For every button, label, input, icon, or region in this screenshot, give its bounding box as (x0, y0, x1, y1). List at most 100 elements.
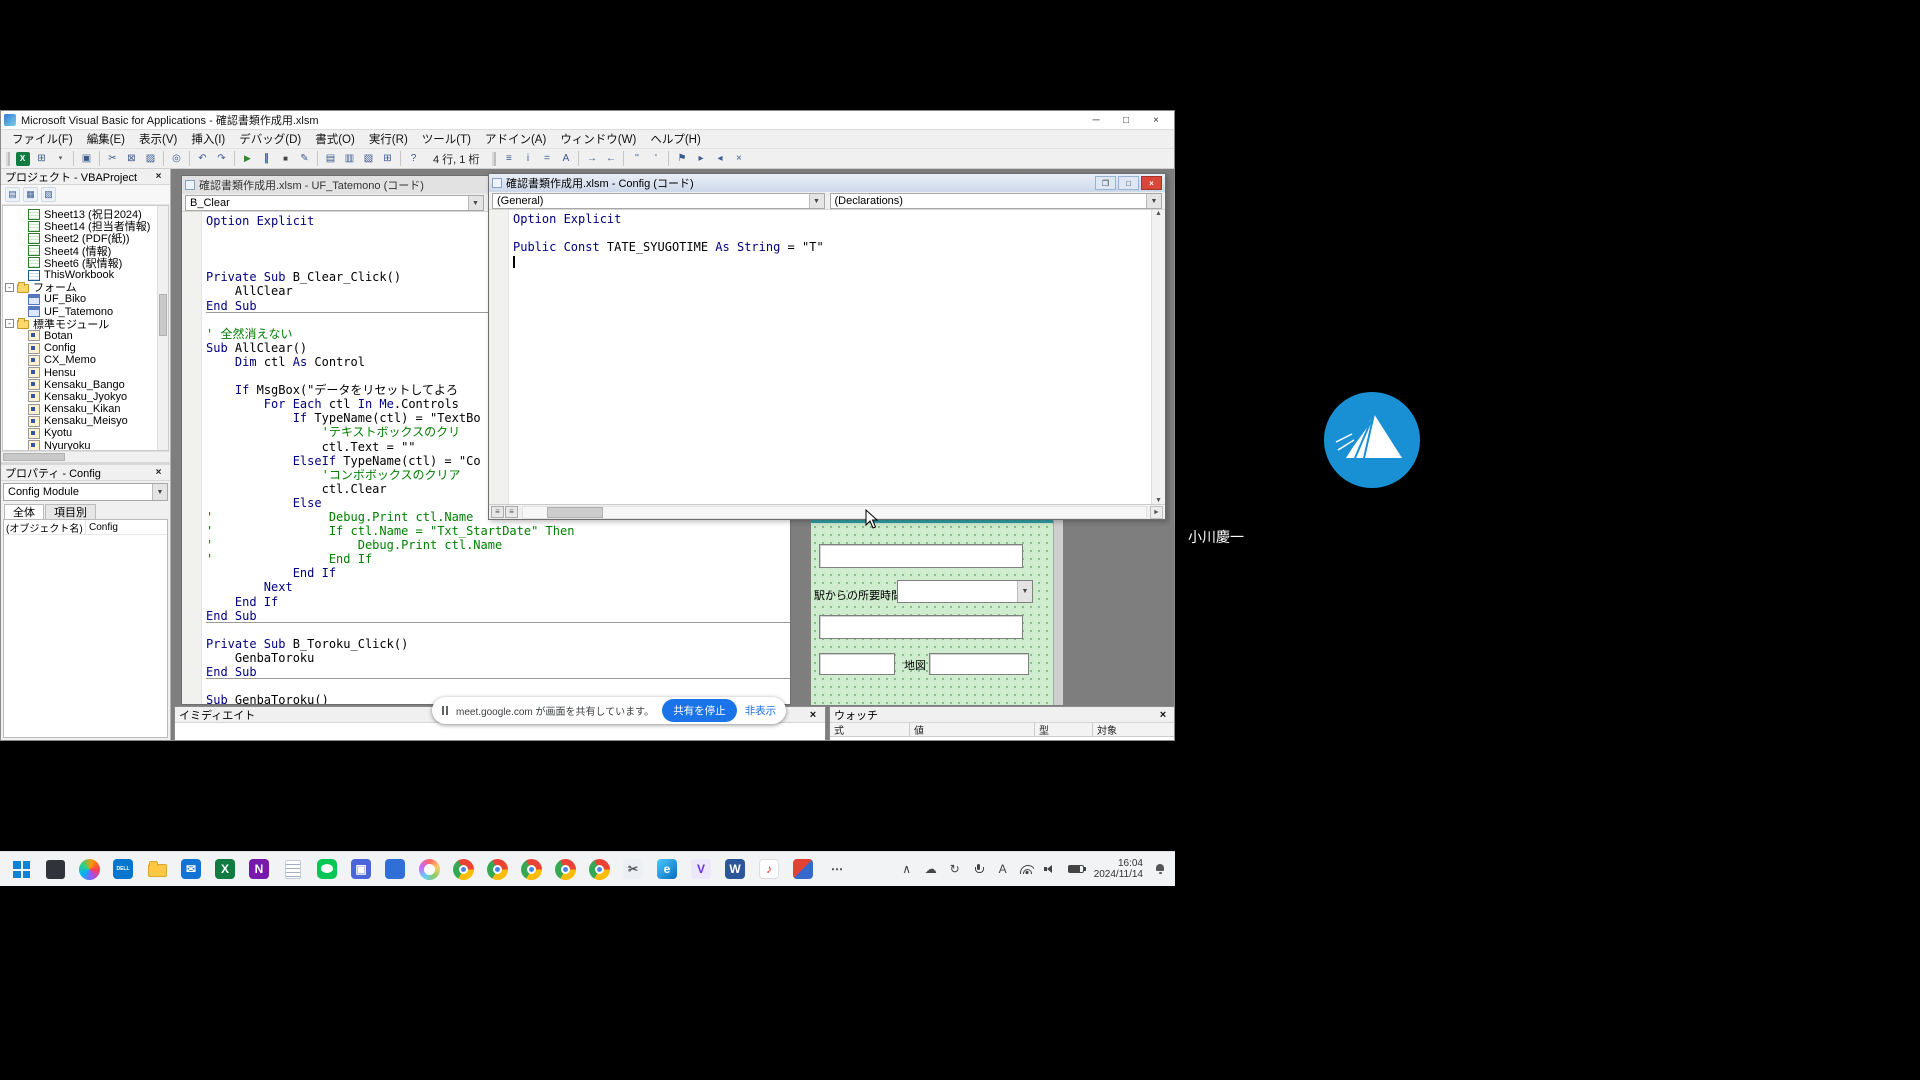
menu-v[interactable]: 表示(V) (132, 131, 184, 147)
menu-t[interactable]: ツール(T) (415, 131, 478, 147)
calendar-app-icon[interactable]: ▣ (348, 856, 374, 882)
procedure-dropdown[interactable]: (Declarations) ▼ (830, 193, 1163, 209)
quick-info-icon[interactable]: i (518, 150, 537, 167)
design-mode-icon[interactable]: ✎ (295, 150, 314, 167)
menu-f[interactable]: ファイル(F) (5, 131, 80, 147)
redo-icon[interactable]: ↷ (212, 150, 231, 167)
stop-sharing-button[interactable]: 共有を停止 (662, 699, 737, 722)
menu-a[interactable]: アドイン(A) (478, 131, 553, 147)
app-blue-icon[interactable] (382, 856, 408, 882)
designer-scroll-strip[interactable] (1053, 520, 1063, 705)
previous-bookmark-icon[interactable]: ◂ (710, 150, 729, 167)
chrome-profile-1-icon[interactable] (450, 856, 476, 882)
toolbar-grip[interactable] (6, 152, 10, 166)
start-button-icon[interactable] (8, 856, 34, 882)
help-icon[interactable]: ? (404, 150, 423, 167)
toggle-folders-icon[interactable]: ▧ (41, 187, 56, 202)
browser-app-icon[interactable] (76, 856, 102, 882)
list-properties-icon[interactable]: ≡ (499, 150, 518, 167)
reset-icon[interactable]: ■ (276, 150, 295, 167)
bookmark-toggle-icon[interactable]: ⚑ (672, 150, 691, 167)
project-item-thisworkbook[interactable]: ThisWorkbook (3, 269, 157, 281)
project-item-hensu[interactable]: Hensu (3, 366, 157, 378)
userform-designer[interactable]: 駅からの所要時間 ▼ 地図 (811, 520, 1063, 705)
taskbar-clock[interactable]: 16:04 2024/11/14 (1094, 858, 1143, 880)
watch-column-0[interactable]: 式 (830, 723, 910, 736)
watch-column-1[interactable]: 値 (910, 723, 1035, 736)
hide-bar-link[interactable]: 非表示 (745, 703, 779, 718)
notes-app-icon[interactable] (280, 856, 306, 882)
view-object-icon[interactable]: ▦ (23, 187, 38, 202)
maximize-button[interactable]: □ (1118, 176, 1139, 190)
userform-canvas[interactable]: 駅からの所要時間 ▼ 地図 (811, 520, 1053, 705)
menu-i[interactable]: 挿入(I) (184, 131, 232, 147)
wifi-icon[interactable] (1020, 864, 1034, 874)
menu-d[interactable]: デバッグ(D) (232, 131, 308, 147)
word-app-icon[interactable]: W (722, 856, 748, 882)
code-editor[interactable]: Option Explicit Public Const TATE_SYUGOT… (509, 212, 1151, 504)
minimize-button[interactable]: ─ (1081, 112, 1111, 129)
undo-icon[interactable]: ↶ (193, 150, 212, 167)
onedrive-icon[interactable]: ☁ (924, 862, 938, 876)
project-item-kensaku-jyokyo[interactable]: Kensaku_Jyokyo (3, 391, 157, 403)
watch-body[interactable] (830, 737, 1174, 740)
project-item-kyotu[interactable]: Kyotu (3, 427, 157, 439)
volume-icon[interactable] (1044, 864, 1058, 874)
menu-o[interactable]: 書式(O) (308, 131, 362, 147)
chrome-profile-5-icon[interactable] (586, 856, 612, 882)
tab-alphabetic[interactable]: 全体 (4, 504, 44, 519)
paste-icon[interactable]: ▨ (141, 150, 160, 167)
close-button[interactable]: × (1141, 176, 1162, 190)
project-item-uf-biko[interactable]: UF_Biko (3, 293, 157, 305)
insert-dropdown-icon[interactable]: ▾ (51, 150, 70, 167)
immediate-body[interactable] (175, 723, 825, 740)
line-app-icon[interactable] (314, 856, 340, 882)
textbox-field[interactable] (819, 544, 1023, 568)
code-window-titlebar[interactable]: 確認書類作成用.xlsm - Config (コード) ❐ □ × (489, 174, 1165, 192)
project-item-kensaku-kikan[interactable]: Kensaku_Kikan (3, 403, 157, 415)
find-icon[interactable]: ◎ (167, 150, 186, 167)
menu-r[interactable]: 実行(R) (362, 131, 415, 147)
cut-icon[interactable]: ✂ (103, 150, 122, 167)
chrome-profile-2-icon[interactable] (484, 856, 510, 882)
snipping-tool-icon[interactable]: ✂ (620, 856, 646, 882)
scrollbar-thumb[interactable] (3, 453, 65, 461)
chevron-down-icon[interactable]: ▼ (809, 194, 824, 208)
scroll-right-icon[interactable]: ► (1150, 506, 1163, 519)
scrollbar-thumb[interactable] (159, 294, 167, 336)
project-explorer-icon[interactable]: ▤ (321, 150, 340, 167)
scrollbar-thumb[interactable] (547, 507, 603, 518)
battery-icon[interactable] (1068, 865, 1084, 873)
toolbox-icon[interactable]: ⊞ (378, 150, 397, 167)
close-icon[interactable]: × (805, 709, 821, 721)
dell-app-icon[interactable]: DELL (110, 856, 136, 882)
tray-expand-icon[interactable]: ∧ (900, 862, 914, 876)
menu-h[interactable]: ヘルプ(H) (643, 131, 707, 147)
chevron-down-icon[interactable]: ▼ (1017, 581, 1032, 602)
save-icon[interactable]: ▣ (77, 150, 96, 167)
project-tree-vscrollbar[interactable] (157, 206, 168, 450)
outdent-icon[interactable]: ← (601, 150, 620, 167)
textbox-field[interactable] (819, 653, 895, 675)
ime-mode-icon[interactable]: A (996, 862, 1010, 876)
excel-app-icon[interactable]: X (212, 856, 238, 882)
clear-bookmarks-icon[interactable]: × (729, 150, 748, 167)
project-item-kensaku-meisyo[interactable]: Kensaku_Meisyo (3, 415, 157, 427)
restore-button[interactable]: ❐ (1095, 176, 1116, 190)
paint-app-icon[interactable] (416, 856, 442, 882)
textbox-field[interactable] (819, 615, 1023, 639)
combobox-field[interactable]: ▼ (897, 580, 1033, 603)
uncomment-block-icon[interactable]: ' (646, 150, 665, 167)
object-dropdown[interactable]: B_Clear ▼ (185, 195, 484, 211)
watch-column-2[interactable]: 型 (1035, 723, 1093, 736)
chrome-profile-4-icon[interactable] (552, 856, 578, 882)
next-bookmark-icon[interactable]: ▸ (691, 150, 710, 167)
menu-w[interactable]: ウィンドウ(W) (553, 131, 643, 147)
run-icon[interactable]: ▶ (238, 150, 257, 167)
microphone-icon[interactable] (972, 864, 986, 874)
chevron-down-icon[interactable]: ▼ (152, 484, 167, 500)
close-icon[interactable]: × (151, 466, 166, 479)
project-tree-hscrollbar[interactable] (1, 451, 170, 462)
object-dropdown[interactable]: (General) ▼ (492, 193, 825, 209)
project-item-config[interactable]: Config (3, 342, 157, 354)
